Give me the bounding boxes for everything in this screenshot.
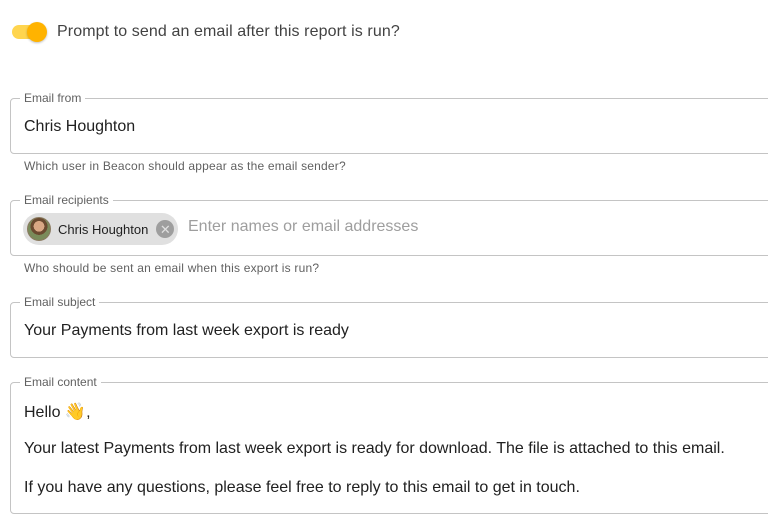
email-body-line: If you have any questions, please feel f… bbox=[24, 479, 580, 496]
email-recipients-label: Email recipients bbox=[20, 193, 113, 207]
recipients-search-input[interactable] bbox=[188, 218, 568, 236]
prompt-email-toggle-row: Prompt to send an email after this repor… bbox=[10, 20, 400, 44]
avatar bbox=[27, 217, 51, 241]
email-from-field[interactable]: Email from Chris Houghton bbox=[10, 91, 768, 154]
prompt-email-toggle[interactable] bbox=[10, 20, 48, 44]
email-subject-field[interactable]: Email subject Your Payments from last we… bbox=[10, 295, 768, 358]
email-from-label: Email from bbox=[20, 91, 86, 105]
email-subject-label: Email subject bbox=[20, 295, 100, 309]
email-body-line: Your latest Payments from last week expo… bbox=[24, 440, 725, 457]
greeting-punctuation: , bbox=[86, 404, 91, 421]
email-content-field[interactable]: Email content Hello 👋, Your latest Payme… bbox=[10, 375, 768, 514]
toggle-thumb bbox=[27, 22, 47, 42]
email-recipients-field[interactable]: Email recipients Chris Houghton ✕ bbox=[10, 193, 768, 256]
email-subject-value[interactable]: Your Payments from last week export is r… bbox=[24, 322, 349, 340]
email-recipients-helper-text: Who should be sent an email when this ex… bbox=[24, 261, 320, 275]
email-greeting: Hello 👋, bbox=[24, 402, 91, 422]
email-from-helper-text: Which user in Beacon should appear as th… bbox=[24, 159, 346, 173]
waving-hand-icon: 👋 bbox=[64, 402, 87, 421]
greeting-text: Hello bbox=[24, 404, 61, 421]
email-from-value[interactable]: Chris Houghton bbox=[24, 118, 135, 136]
email-content-label: Email content bbox=[20, 375, 101, 389]
cancel-icon[interactable]: ✕ bbox=[156, 220, 175, 238]
recipient-chip-label: Chris Houghton bbox=[58, 221, 149, 237]
email-export-settings: Prompt to send an email after this repor… bbox=[0, 0, 768, 527]
prompt-email-toggle-label[interactable]: Prompt to send an email after this repor… bbox=[57, 23, 400, 41]
recipient-chip[interactable]: Chris Houghton ✕ bbox=[23, 213, 179, 245]
